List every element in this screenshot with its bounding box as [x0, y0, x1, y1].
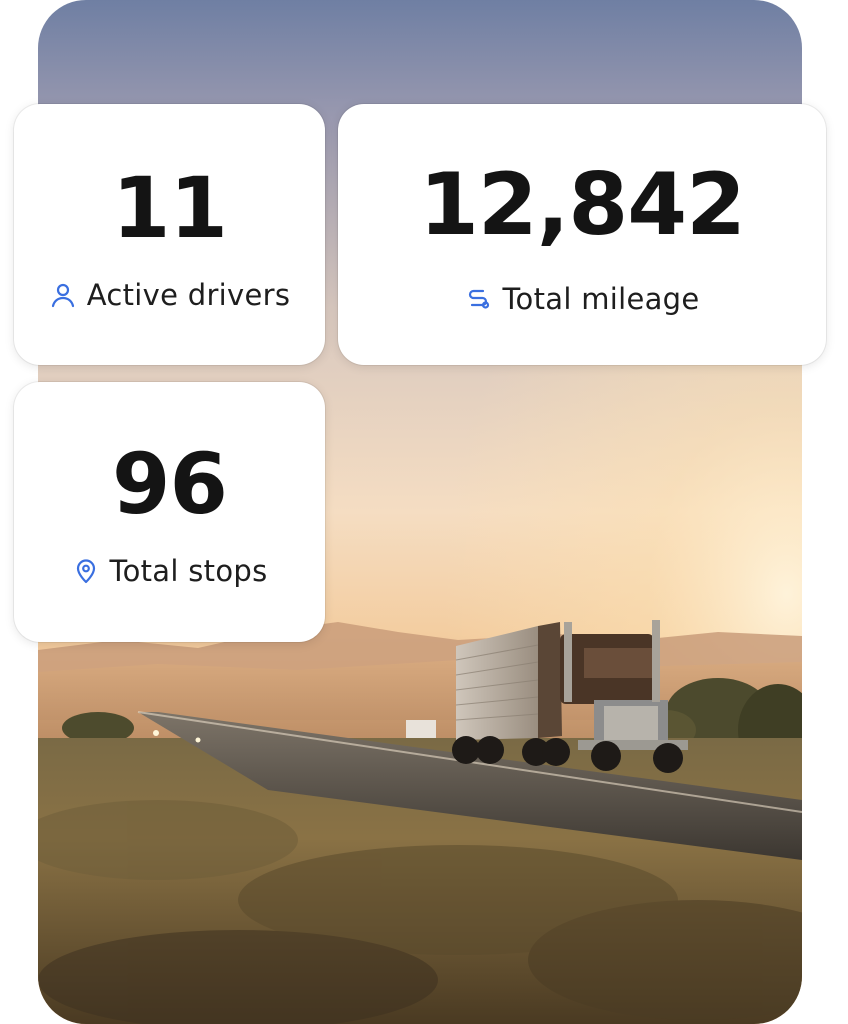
total-mileage-label: Total mileage — [502, 281, 700, 316]
total-stops-value: 96 — [112, 435, 228, 533]
user-icon — [49, 281, 77, 309]
route-icon — [464, 285, 492, 313]
total-mileage-label-row: Total mileage — [464, 282, 699, 316]
active-drivers-value: 11 — [112, 158, 228, 257]
total-stops-card: 96 Total stops — [14, 382, 325, 642]
total-mileage-card: 12,842 Total mileage — [338, 104, 826, 365]
active-drivers-label: Active drivers — [86, 277, 291, 312]
stats-panel: 11 Active drivers 12,842 Total mileage 9… — [0, 0, 848, 1024]
active-drivers-card: 11 Active drivers — [14, 104, 325, 365]
total-stops-label: Total stops — [109, 554, 268, 588]
total-mileage-value: 12,842 — [419, 154, 746, 255]
active-drivers-label-row: Active drivers — [49, 278, 291, 312]
map-pin-icon — [72, 557, 100, 585]
total-stops-label-row: Total stops — [72, 554, 268, 588]
